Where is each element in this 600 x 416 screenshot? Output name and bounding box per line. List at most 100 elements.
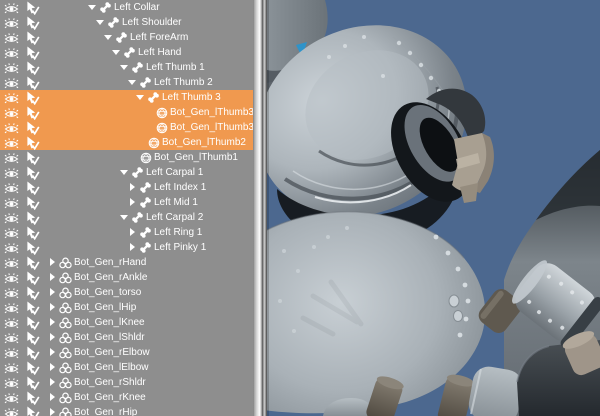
- expand-arrow-icon[interactable]: [96, 18, 105, 27]
- tree-row[interactable]: Left Hand: [0, 45, 253, 61]
- expand-arrow-icon[interactable]: [120, 168, 129, 177]
- tree-row[interactable]: Left ForeArm: [0, 30, 253, 46]
- tree-row[interactable]: Left Carpal 2: [0, 210, 253, 226]
- tree-row-label[interactable]: Bot_Gen_rShldr: [74, 375, 146, 390]
- tree-row-label[interactable]: Bot_Gen_rHip: [74, 405, 137, 416]
- eye-visibility-icon[interactable]: [3, 197, 20, 209]
- eye-visibility-icon[interactable]: [3, 242, 20, 254]
- tree-row-label[interactable]: Bot_Gen_torso: [74, 285, 141, 300]
- tree-row[interactable]: Left Shoulder: [0, 15, 253, 31]
- selectable-cursor-icon[interactable]: [25, 346, 40, 361]
- eye-visibility-icon[interactable]: [3, 332, 20, 344]
- selectable-cursor-icon[interactable]: [25, 271, 40, 286]
- collapse-arrow-icon[interactable]: [48, 288, 57, 297]
- collapse-arrow-icon[interactable]: [48, 318, 57, 327]
- tree-row[interactable]: Left Index 1: [0, 180, 253, 196]
- eye-visibility-icon[interactable]: [3, 122, 20, 134]
- tree-row-label[interactable]: Left Pinky 1: [154, 240, 206, 255]
- tree-row-label[interactable]: Bot_Gen_rAnkle: [74, 270, 147, 285]
- eye-visibility-icon[interactable]: [3, 257, 20, 269]
- selectable-cursor-icon[interactable]: [25, 91, 40, 106]
- selectable-cursor-icon[interactable]: [25, 106, 40, 121]
- tree-row[interactable]: Bot_Gen_lElbow: [0, 360, 253, 376]
- eye-visibility-icon[interactable]: [3, 302, 20, 314]
- selectable-cursor-icon[interactable]: [25, 181, 40, 196]
- tree-row[interactable]: Bot_Gen_rElbow: [0, 345, 253, 361]
- eye-visibility-icon[interactable]: [3, 182, 20, 194]
- expand-arrow-icon[interactable]: [128, 78, 137, 87]
- tree-row-label[interactable]: Bot_Gen_lThumb3: [170, 120, 253, 135]
- eye-visibility-icon[interactable]: [3, 167, 20, 179]
- selectable-cursor-icon[interactable]: [25, 211, 40, 226]
- tree-row-label[interactable]: Bot_Gen_lHip: [74, 300, 136, 315]
- tree-row-label[interactable]: Left Thumb 3: [162, 90, 221, 105]
- selectable-cursor-icon[interactable]: [25, 61, 40, 76]
- selectable-cursor-icon[interactable]: [25, 121, 40, 136]
- eye-visibility-icon[interactable]: [3, 227, 20, 239]
- selectable-cursor-icon[interactable]: [25, 241, 40, 256]
- eye-visibility-icon[interactable]: [3, 347, 20, 359]
- tree-row-label[interactable]: Bot_Gen_rElbow: [74, 345, 150, 360]
- collapse-arrow-icon[interactable]: [48, 378, 57, 387]
- eye-visibility-icon[interactable]: [3, 47, 20, 59]
- tree-row-label[interactable]: Bot_Gen_lShldr: [74, 330, 145, 345]
- viewport-3d[interactable]: [267, 0, 600, 416]
- collapse-arrow-icon[interactable]: [128, 183, 137, 192]
- collapse-arrow-icon[interactable]: [48, 348, 57, 357]
- tree-row-label[interactable]: Left Collar: [114, 0, 160, 15]
- tree-row-label[interactable]: Bot_Gen_lThumb2: [162, 135, 246, 150]
- tree-row[interactable]: Bot_Gen_lHip: [0, 300, 253, 316]
- tree-row[interactable]: Left Thumb 3: [0, 90, 253, 106]
- expand-arrow-icon[interactable]: [104, 33, 113, 42]
- expand-arrow-icon[interactable]: [112, 48, 121, 57]
- tree-row-label[interactable]: Left Hand: [138, 45, 181, 60]
- selectable-cursor-icon[interactable]: [25, 301, 40, 316]
- tree-row[interactable]: Bot_Gen_torso: [0, 285, 253, 301]
- tree-row[interactable]: Left Mid 1: [0, 195, 253, 211]
- eye-visibility-icon[interactable]: [3, 77, 20, 89]
- collapse-arrow-icon[interactable]: [128, 228, 137, 237]
- eye-visibility-icon[interactable]: [3, 362, 20, 374]
- eye-visibility-icon[interactable]: [3, 107, 20, 119]
- tree-row-label[interactable]: Left Shoulder: [122, 15, 182, 30]
- tree-row[interactable]: Bot_Gen_lShldr: [0, 330, 253, 346]
- eye-visibility-icon[interactable]: [3, 17, 20, 29]
- tree-row-label[interactable]: Left Index 1: [154, 180, 206, 195]
- selectable-cursor-icon[interactable]: [25, 376, 40, 391]
- selectable-cursor-icon[interactable]: [25, 361, 40, 376]
- panel-splitter[interactable]: [253, 0, 267, 416]
- collapse-arrow-icon[interactable]: [48, 363, 57, 372]
- collapse-arrow-icon[interactable]: [128, 243, 137, 252]
- tree-row[interactable]: Left Pinky 1: [0, 240, 253, 256]
- collapse-arrow-icon[interactable]: [48, 408, 57, 416]
- tree-row[interactable]: Bot_Gen_rHand: [0, 255, 253, 271]
- expand-arrow-icon[interactable]: [88, 3, 97, 12]
- selectable-cursor-icon[interactable]: [25, 286, 40, 301]
- collapse-arrow-icon[interactable]: [48, 303, 57, 312]
- tree-row-label[interactable]: Bot_Gen_rKnee: [74, 390, 146, 405]
- expand-arrow-icon[interactable]: [136, 93, 145, 102]
- tree-row-label[interactable]: Left Thumb 2: [154, 75, 213, 90]
- eye-visibility-icon[interactable]: [3, 137, 20, 149]
- collapse-arrow-icon[interactable]: [48, 258, 57, 267]
- tree-row-label[interactable]: Left Thumb 1: [146, 60, 205, 75]
- selectable-cursor-icon[interactable]: [25, 151, 40, 166]
- eye-visibility-icon[interactable]: [3, 212, 20, 224]
- tree-row[interactable]: Bot_Gen_rHip: [0, 405, 253, 416]
- selectable-cursor-icon[interactable]: [25, 166, 40, 181]
- tree-row-label[interactable]: Bot_Gen_lThumb3_soc: [170, 105, 253, 120]
- tree-row[interactable]: Bot_Gen_lThumb1: [0, 150, 253, 166]
- eye-visibility-icon[interactable]: [3, 152, 20, 164]
- tree-row[interactable]: Left Ring 1: [0, 225, 253, 241]
- selectable-cursor-icon[interactable]: [25, 16, 40, 31]
- selectable-cursor-icon[interactable]: [25, 196, 40, 211]
- selectable-cursor-icon[interactable]: [25, 1, 40, 16]
- tree-row[interactable]: Left Thumb 2: [0, 75, 253, 91]
- tree-row[interactable]: Bot_Gen_rAnkle: [0, 270, 253, 286]
- eye-visibility-icon[interactable]: [3, 407, 20, 416]
- selectable-cursor-icon[interactable]: [25, 331, 40, 346]
- selectable-cursor-icon[interactable]: [25, 226, 40, 241]
- tree-row[interactable]: Left Thumb 1: [0, 60, 253, 76]
- expand-arrow-icon[interactable]: [120, 213, 129, 222]
- tree-row-label[interactable]: Left ForeArm: [130, 30, 188, 45]
